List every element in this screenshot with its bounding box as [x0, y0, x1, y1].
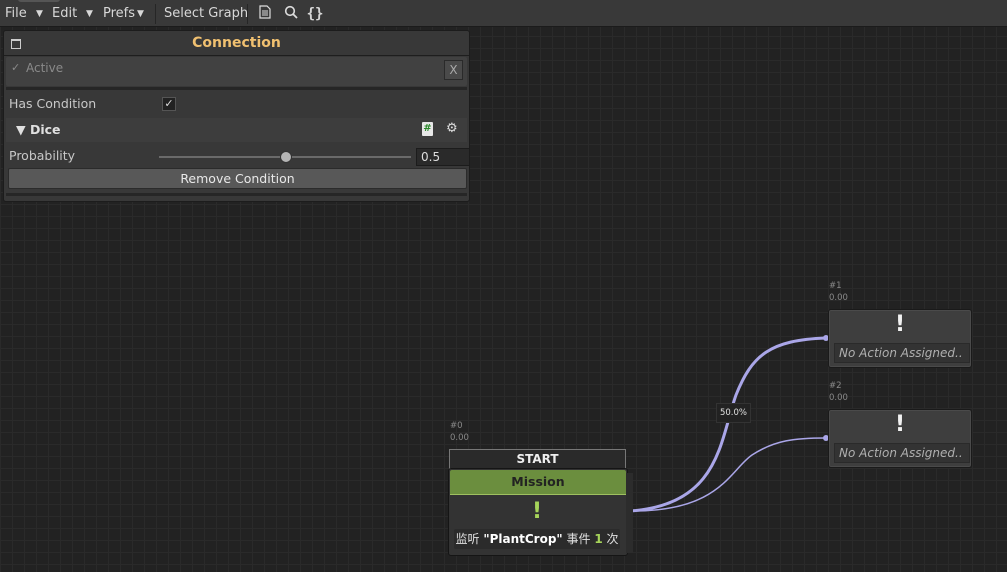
connection-to-node-1[interactable]	[629, 336, 827, 513]
action-node-text: No Action Assigned..	[834, 343, 970, 363]
node-id: #0	[450, 421, 463, 431]
action-node-2-meta: #2 0.00	[829, 380, 848, 404]
action-node-1-meta: #1 0.00	[829, 280, 848, 304]
node-time: 0.00	[450, 433, 469, 443]
start-node-meta: #0 0.00	[450, 420, 469, 444]
action-node-text: No Action Assigned..	[834, 443, 970, 463]
mission-description: 监听 "PlantCrop" 事件 1 次	[454, 529, 620, 549]
node-id: #1	[829, 281, 842, 291]
node-time: 0.00	[829, 393, 848, 403]
start-label: START	[449, 449, 626, 469]
action-node-2[interactable]: ! No Action Assigned..	[828, 409, 972, 468]
action-node-1[interactable]: ! No Action Assigned..	[828, 309, 972, 368]
connection-probability-label[interactable]: 50.0%	[716, 403, 751, 423]
node-id: #2	[829, 381, 842, 391]
connection-to-node-2[interactable]	[629, 437, 827, 512]
exclamation-icon: !	[894, 312, 906, 337]
mission-node-port[interactable]	[626, 473, 633, 553]
node-time: 0.00	[829, 293, 848, 303]
exclamation-icon: !	[894, 412, 906, 437]
exclamation-icon: !	[531, 499, 543, 524]
mission-node-title: Mission	[450, 470, 626, 495]
mission-node[interactable]: Mission ! 监听 "PlantCrop" 事件 1 次	[448, 468, 633, 556]
